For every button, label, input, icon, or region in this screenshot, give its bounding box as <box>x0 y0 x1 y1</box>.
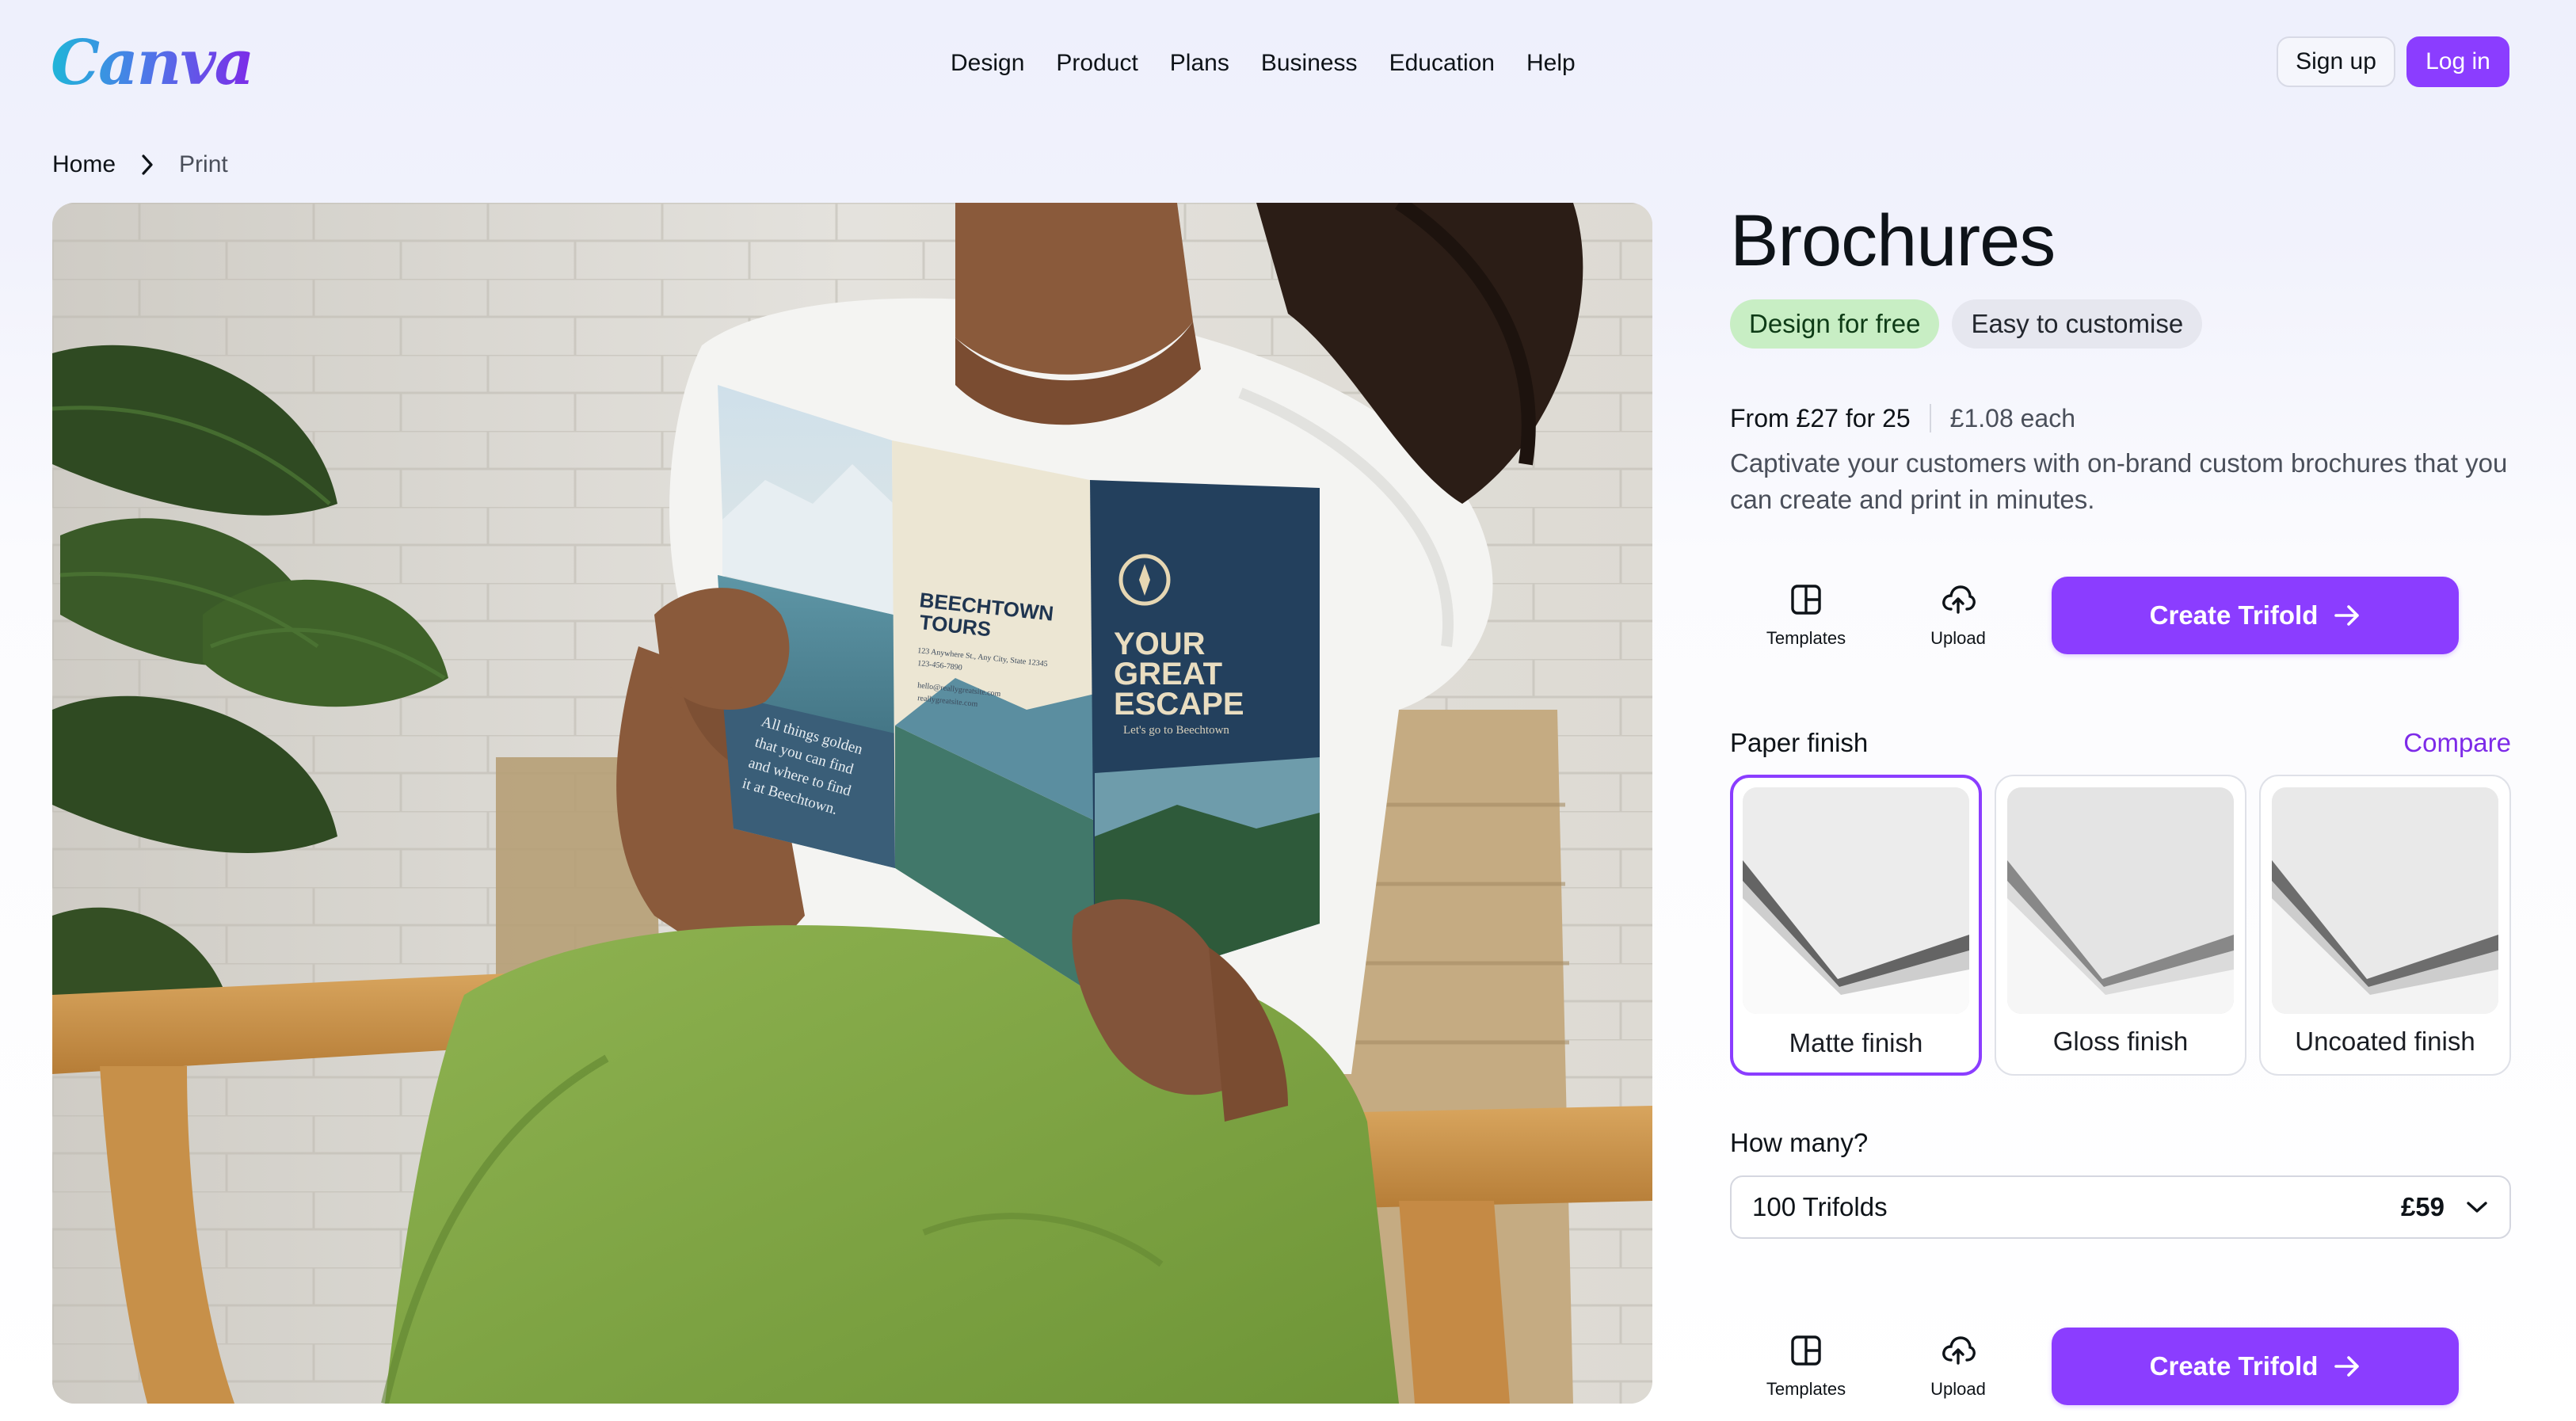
canva-logo[interactable]: Canva <box>51 25 254 101</box>
arrow-right-icon <box>2334 1356 2360 1377</box>
upload-button-bottom[interactable]: Upload <box>1895 1323 2022 1410</box>
nav-product[interactable]: Product <box>1040 36 1153 90</box>
site-header: Canva Design Product Plans Business Educ… <box>0 0 2576 127</box>
finish-name-gloss: Gloss finish <box>2052 1027 2189 1056</box>
price-each: £1.08 each <box>1949 404 2076 432</box>
quantity-value: 100 Trifolds <box>1752 1192 1888 1221</box>
breadcrumb-home-link[interactable]: Home <box>52 151 116 178</box>
upload-label: Upload <box>1930 1379 1986 1399</box>
finish-name-matte: Matte finish <box>1789 1028 1923 1057</box>
templates-icon <box>1791 1335 1821 1366</box>
nav-plans[interactable]: Plans <box>1154 36 1245 90</box>
matte-paper-swatch <box>1743 787 1969 1014</box>
nav-education[interactable]: Education <box>1374 36 1511 90</box>
log-in-button[interactable]: Log in <box>2406 36 2509 87</box>
upload-button-top[interactable]: Upload <box>1895 572 2022 659</box>
paper-finish-label: Paper finish <box>1730 728 1869 757</box>
breadcrumb: Home Print <box>52 147 228 182</box>
templates-button-top[interactable]: Templates <box>1743 572 1869 659</box>
nav-business[interactable]: Business <box>1245 36 1374 90</box>
breadcrumb-current: Print <box>179 151 228 177</box>
finish-option-matte[interactable]: Matte finish <box>1730 775 1982 1076</box>
nav-help[interactable]: Help <box>1511 36 1591 90</box>
paper-finish-header: Paper finish Compare <box>1730 726 2511 760</box>
sign-up-button[interactable]: Sign up <box>2277 36 2395 87</box>
price-divider <box>1929 404 1931 432</box>
create-trifold-label: Create Trifold <box>2149 1351 2319 1381</box>
templates-label: Templates <box>1766 1379 1846 1399</box>
nav-design[interactable]: Design <box>935 36 1040 90</box>
upload-label: Upload <box>1930 628 1986 648</box>
arrow-right-icon <box>2334 605 2360 626</box>
compare-link[interactable]: Compare <box>2403 728 2511 758</box>
chevron-right-icon <box>116 147 179 182</box>
quantity-label: How many? <box>1730 1128 1869 1157</box>
paper-finish-options: Matte finish Gloss finish Uncoated finis… <box>1730 775 2511 1076</box>
finish-option-gloss[interactable]: Gloss finish <box>1995 775 2246 1076</box>
price-from: From £27 for 25 <box>1730 404 1911 432</box>
finish-name-uncoated: Uncoated finish <box>2295 1027 2475 1056</box>
chevron-down-icon <box>2467 1202 2487 1213</box>
gloss-paper-swatch <box>2007 787 2234 1014</box>
main-nav: Design Product Plans Business Education … <box>935 36 1591 90</box>
create-trifold-button[interactable]: Create Trifold <box>2052 577 2459 654</box>
action-row-bottom: Templates Upload Create Trifold <box>1730 1323 2459 1410</box>
brochure-cover-line-3: ESCAPE <box>1114 687 1244 722</box>
page-title: Brochures <box>1730 200 2056 281</box>
price-row: From £27 for 25 £1.08 each <box>1730 401 2075 436</box>
create-trifold-button-bottom[interactable]: Create Trifold <box>2052 1328 2459 1405</box>
create-trifold-label: Create Trifold <box>2149 600 2319 630</box>
quantity-select[interactable]: 100 Trifolds £59 <box>1730 1175 2511 1239</box>
cloud-upload-icon <box>1942 1336 1976 1365</box>
badge-easy-customise: Easy to customise <box>1952 299 2203 349</box>
templates-button-bottom[interactable]: Templates <box>1743 1323 1869 1410</box>
uncoated-paper-swatch <box>2272 787 2498 1014</box>
quantity-price: £59 <box>2400 1192 2445 1221</box>
hero-image: BEECHTOWN TOURS YOUR GREAT ESCAPE 123 An… <box>52 203 1652 1404</box>
finish-option-uncoated[interactable]: Uncoated finish <box>2259 775 2511 1076</box>
templates-icon <box>1791 585 1821 615</box>
product-description: Captivate your customers with on-brand c… <box>1730 448 2508 514</box>
templates-label: Templates <box>1766 628 1846 648</box>
feature-badges: Design for free Easy to customise <box>1730 299 2203 349</box>
brochure-cover-sub: Let's go to Beechtown <box>1123 724 1229 737</box>
badge-design-free: Design for free <box>1730 299 1940 349</box>
cloud-upload-icon <box>1942 585 1976 614</box>
action-row-top: Templates Upload Create Trifold <box>1730 572 2459 659</box>
product-panel: Brochures Design for free Easy to custom… <box>1730 190 2511 1405</box>
